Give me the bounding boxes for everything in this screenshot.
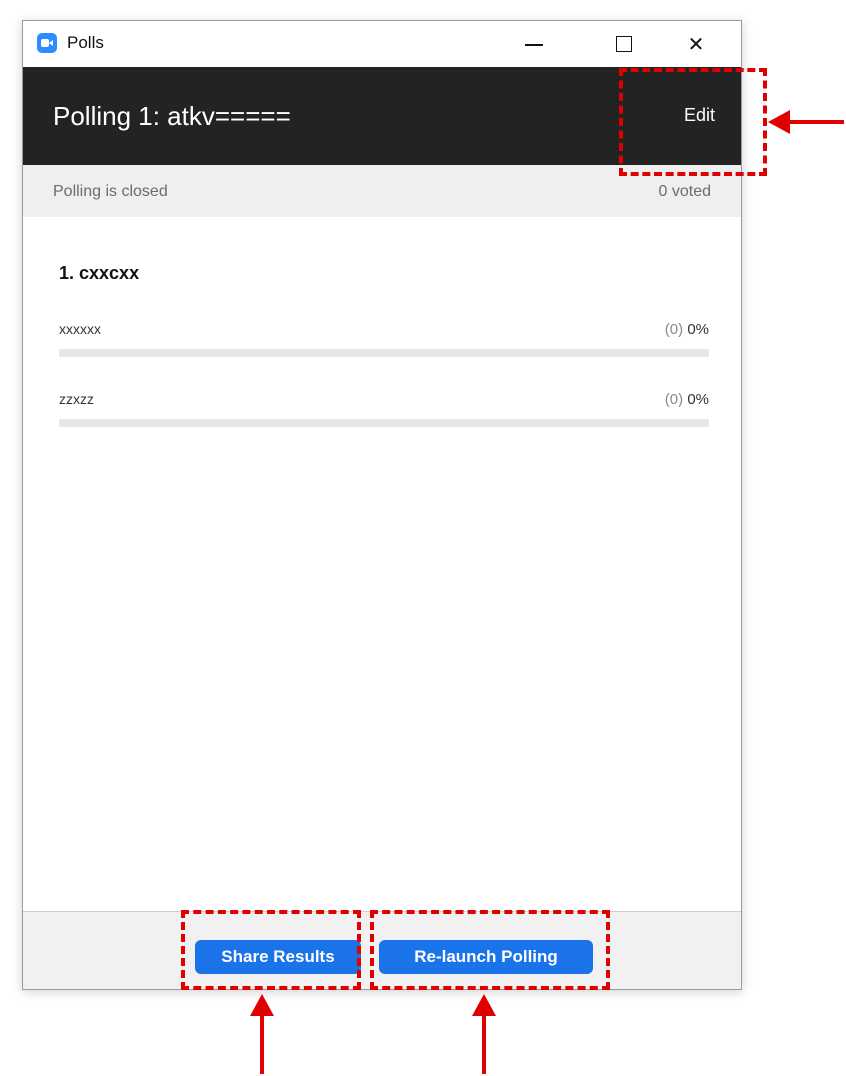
camera-lens <box>49 40 53 46</box>
option-result: (0) 0% <box>665 321 709 338</box>
option-count: (0) <box>664 391 684 408</box>
relaunch-arrow-head <box>472 994 496 1016</box>
option-percent: 0% <box>687 391 709 408</box>
result-bar <box>59 419 709 427</box>
question-title: 1. cxxcxx <box>59 263 140 283</box>
share-arrow-head <box>250 994 274 1016</box>
zoom-app-icon <box>37 33 57 53</box>
close-icon: ✕ <box>687 32 705 56</box>
option-result: (0) 0% <box>665 391 709 408</box>
edit-arrow-head <box>768 110 790 134</box>
relaunch-highlight-box <box>370 910 610 990</box>
option-label: zzxzz <box>59 391 94 407</box>
edit-highlight-box <box>619 68 767 176</box>
result-bar <box>59 349 709 357</box>
minimize-button[interactable] <box>511 21 557 67</box>
edit-arrow-shaft <box>788 120 844 124</box>
camera-body <box>41 39 49 47</box>
maximize-icon <box>616 36 632 52</box>
option-count: (0) <box>664 321 684 338</box>
share-highlight-box <box>181 910 361 990</box>
poll-results: 1. cxxcxx xxxxxx (0) 0% zzxzz (0) 0% <box>23 217 741 912</box>
option-label: xxxxxx <box>59 321 101 337</box>
poll-status: Polling is closed <box>53 183 168 200</box>
maximize-button[interactable] <box>601 21 647 67</box>
minimize-icon <box>525 44 543 46</box>
voted-count: 0 voted <box>658 183 711 200</box>
share-arrow-shaft <box>260 1014 264 1074</box>
window-title: Polls <box>67 33 104 52</box>
close-button[interactable]: ✕ <box>673 21 719 67</box>
relaunch-arrow-shaft <box>482 1014 486 1074</box>
option-percent: 0% <box>687 321 709 338</box>
title-bar: Polls ✕ <box>23 21 741 67</box>
poll-title: Polling 1: atkv===== <box>53 101 291 131</box>
